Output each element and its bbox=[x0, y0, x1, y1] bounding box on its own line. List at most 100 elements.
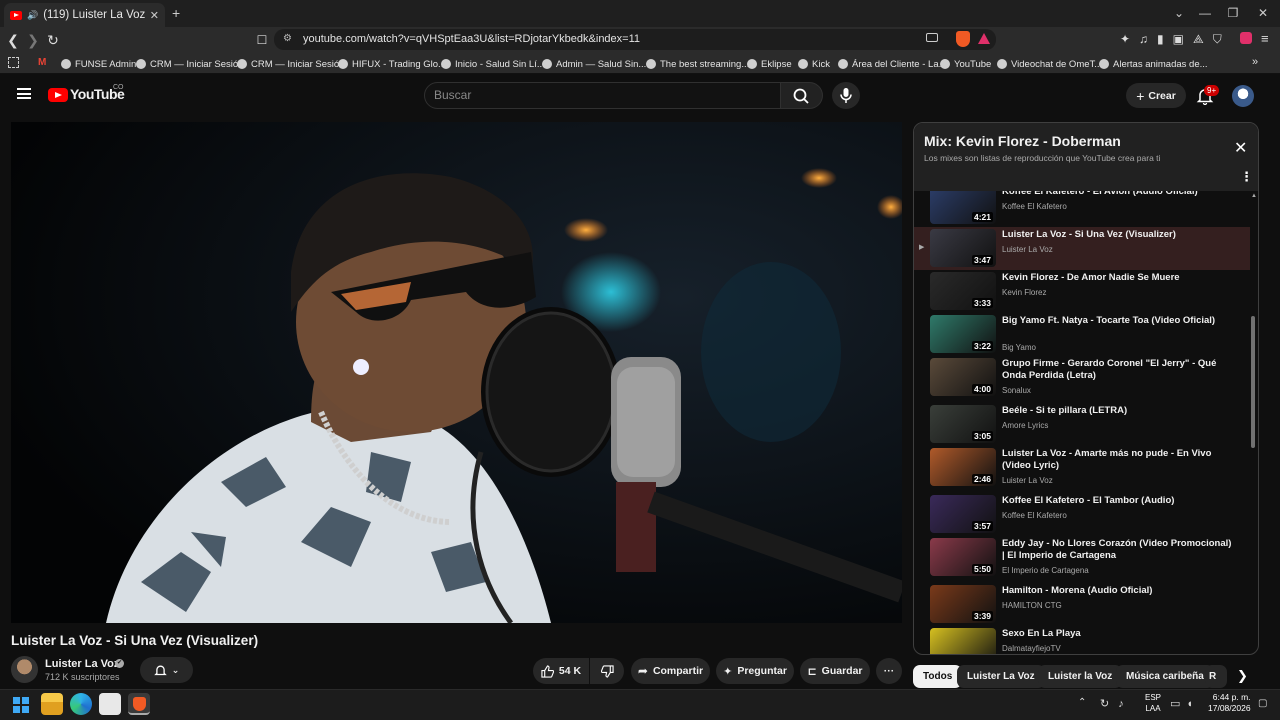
site-info-icon[interactable]: ⚙ bbox=[283, 33, 292, 44]
more-actions-button[interactable]: ··· bbox=[876, 658, 902, 684]
bookmark-item[interactable]: Admin — Salud Sin... bbox=[542, 57, 646, 71]
brave-taskbar-icon[interactable] bbox=[128, 693, 150, 715]
playlist-item[interactable]: 5:50 Eddy Jay - No Llores Corazón (Video … bbox=[914, 536, 1250, 579]
share-button[interactable]: ➦ Compartir bbox=[631, 658, 710, 684]
video-thumbnail[interactable]: 3:39 bbox=[930, 585, 996, 623]
file-explorer-icon[interactable] bbox=[41, 693, 63, 715]
playlist-item[interactable]: 3:57 Koffee El Kafetero - El Tambor (Audi… bbox=[914, 493, 1250, 536]
bookmark-item[interactable]: Área del Cliente - La... bbox=[838, 57, 947, 71]
playlist-title[interactable]: Mix: Kevin Florez - Doberman bbox=[924, 133, 1121, 149]
video-thumbnail[interactable]: 2:46 bbox=[930, 448, 996, 486]
close-window-button[interactable]: ✕ bbox=[1254, 4, 1272, 22]
more-bookmarks-icon[interactable]: » bbox=[1252, 56, 1258, 68]
ask-button[interactable]: ✦ Preguntar bbox=[716, 658, 794, 684]
playlist-item[interactable]: 3:39 Sexo En La Playa DalmatayfiejoTV bbox=[914, 626, 1250, 654]
apps-grid-icon[interactable] bbox=[8, 57, 19, 68]
bookmark-item[interactable]: The best streaming... bbox=[646, 57, 749, 71]
windows-start-icon[interactable] bbox=[13, 697, 29, 713]
video-thumbnail[interactable]: 3:05 bbox=[930, 405, 996, 443]
dislike-button[interactable] bbox=[590, 658, 624, 684]
brave-rewards-icon[interactable] bbox=[978, 33, 990, 44]
reload-button[interactable]: ↻ bbox=[43, 30, 63, 50]
store-icon[interactable] bbox=[99, 693, 121, 715]
filter-chip[interactable]: Todos bbox=[913, 665, 963, 688]
close-playlist-icon[interactable]: ✕ bbox=[1234, 138, 1247, 158]
bookmark-item[interactable]: Eklipse bbox=[747, 57, 792, 71]
video-thumbnail[interactable]: 5:50 bbox=[930, 538, 996, 576]
video-thumbnail[interactable]: 3:33 bbox=[930, 272, 996, 310]
bookmark-item[interactable]: Inicio - Salud Sin Lí... bbox=[441, 57, 545, 71]
filter-chip[interactable]: Luister la Voz bbox=[1038, 665, 1123, 688]
bookmark-item[interactable]: Kick bbox=[798, 57, 830, 71]
video-thumbnail[interactable]: 3:47 bbox=[930, 229, 996, 267]
playlist-item[interactable]: 4:00 Grupo Firme - Gerardo Coronel "El Je… bbox=[914, 356, 1250, 399]
subscribed-bell-button[interactable]: ⌄ bbox=[140, 657, 193, 683]
playlist-item-channel: Koffee El Kafetero bbox=[1002, 511, 1067, 520]
edge-icon[interactable] bbox=[70, 693, 92, 715]
back-button[interactable]: ❮ bbox=[3, 30, 23, 50]
playlist-item[interactable]: 3:22 Big Yamo Ft. Natya - Tocarte Toa (Vi… bbox=[914, 313, 1250, 356]
chips-next-icon[interactable]: ❯ bbox=[1237, 668, 1248, 684]
bookmark-item[interactable]: HIFUX - Trading Glo... bbox=[338, 57, 446, 71]
video-thumbnail[interactable]: 3:57 bbox=[930, 495, 996, 533]
filter-chip[interactable]: Música caribeña bbox=[1116, 665, 1214, 688]
forward-button[interactable]: ❯ bbox=[23, 30, 43, 50]
channel-name[interactable]: Luister La Voz bbox=[45, 658, 119, 670]
maximize-button[interactable]: ❐ bbox=[1224, 4, 1242, 22]
playlist-item[interactable]: 3:33 Kevin Florez - De Amor Nadie Se Muer… bbox=[914, 270, 1250, 313]
like-button[interactable]: 54 K bbox=[533, 658, 589, 684]
gmail-icon[interactable]: M bbox=[38, 57, 46, 68]
bookmark-item[interactable]: Alertas animadas de... bbox=[1099, 57, 1208, 71]
channel-avatar[interactable] bbox=[11, 656, 38, 683]
network-volume-icons[interactable]: ▭◖ bbox=[1170, 697, 1199, 710]
save-button[interactable]: ⊏ Guardar bbox=[800, 658, 870, 684]
playlist-item-title: Eddy Jay - No Llores Corazón (Video Prom… bbox=[1002, 538, 1232, 561]
bookmark-item[interactable]: CRM — Iniciar Sesión bbox=[237, 57, 344, 71]
create-button[interactable]: + Crear bbox=[1126, 83, 1186, 108]
playlist-scrollbar[interactable] bbox=[1251, 316, 1255, 448]
profile-extension-icon[interactable] bbox=[1240, 32, 1252, 44]
playlist-item[interactable]: 2:46 Luister La Voz - Amarte más no pude … bbox=[914, 446, 1250, 489]
tray-icons[interactable]: ↻♪ bbox=[1100, 697, 1133, 710]
video-thumbnail[interactable]: 4:21 bbox=[930, 191, 996, 224]
playlist-item[interactable]: ▶ 3:47 Luister La Voz - Si Una Vez (Visual… bbox=[914, 227, 1250, 270]
browser-tab-strip bbox=[0, 0, 1280, 27]
bookmark-icon[interactable]: ☐ bbox=[252, 30, 272, 50]
account-avatar[interactable] bbox=[1232, 85, 1254, 107]
tray-chevron-icon[interactable]: ⌃ bbox=[1078, 697, 1086, 708]
language-indicator[interactable]: ESP LAA bbox=[1145, 692, 1161, 714]
notification-center-icon[interactable]: ▢ bbox=[1258, 698, 1267, 709]
voice-search-button[interactable] bbox=[832, 82, 860, 109]
playlist-item[interactable]: 3:39 Hamilton - Morena (Audio Oficial) HAM… bbox=[914, 583, 1250, 626]
video-duration: 4:00 bbox=[971, 384, 993, 394]
bookmark-item[interactable]: YouTube bbox=[940, 57, 991, 71]
video-thumbnail[interactable]: 3:22 bbox=[930, 315, 996, 353]
cast-icon[interactable] bbox=[926, 33, 938, 42]
playlist-item[interactable]: 3:05 Beéle - Si te pillara (LETRA) Amore L… bbox=[914, 403, 1250, 446]
search-input[interactable] bbox=[424, 82, 781, 109]
close-tab-icon[interactable]: ✕ bbox=[150, 9, 159, 22]
filter-chip[interactable]: Luister La Voz bbox=[957, 665, 1045, 688]
minimize-button[interactable]: — bbox=[1196, 4, 1214, 22]
bookmark-item[interactable]: Videochat de OmeT... bbox=[997, 57, 1102, 71]
video-player[interactable] bbox=[11, 122, 902, 623]
scroll-up-icon[interactable]: ▲ bbox=[1251, 193, 1257, 199]
tab-search-icon[interactable]: ⌄ bbox=[1170, 4, 1188, 22]
search-button[interactable] bbox=[781, 82, 823, 109]
playlist-menu-icon[interactable]: ⋮ bbox=[1240, 169, 1253, 185]
bookmark-item[interactable]: FUNSE Admin bbox=[61, 57, 136, 71]
video-thumbnail[interactable]: 3:39 bbox=[930, 628, 996, 654]
youtube-logo-icon[interactable] bbox=[48, 88, 68, 102]
hamburger-menu-icon[interactable] bbox=[17, 88, 31, 99]
brave-shields-icon[interactable] bbox=[956, 31, 970, 47]
system-clock[interactable]: 6:44 p. m. 17/08/2026 bbox=[1208, 692, 1251, 714]
video-thumbnail[interactable]: 4:00 bbox=[930, 358, 996, 396]
bookmark-item[interactable]: CRM — Iniciar Sesión bbox=[136, 57, 243, 71]
browser-menu-icon[interactable]: ≡ bbox=[1261, 31, 1269, 46]
browser-tab[interactable]: 🔊 (119) Luister La Voz - Si Una Vez (Vis… bbox=[4, 3, 165, 27]
sparkle-icon: ✦ bbox=[723, 665, 733, 678]
filter-chip[interactable]: R bbox=[1205, 665, 1227, 688]
new-tab-button[interactable]: + bbox=[172, 5, 180, 21]
playlist-item[interactable]: 4:21 Koffee El Kafetero - El Avión (Audio… bbox=[914, 191, 1250, 227]
extension-icons[interactable]: ✦♫▮▣⟁⛉ bbox=[1120, 32, 1231, 47]
